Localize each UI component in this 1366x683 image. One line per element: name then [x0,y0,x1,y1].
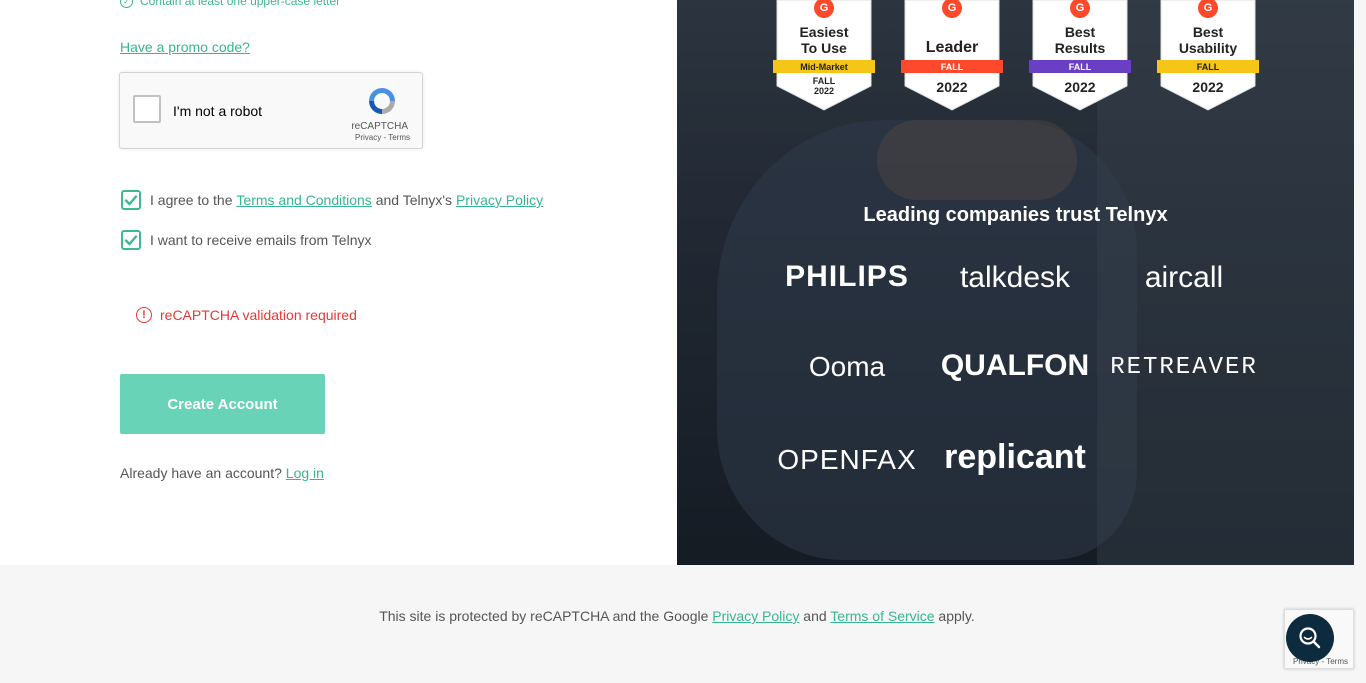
footer-prefix: This site is protected by reCAPTCHA and … [379,608,713,624]
password-rule: ✓ Contain at least one upper-case letter [120,0,340,8]
password-rule-text: Contain at least one upper-case letter [140,0,341,8]
badge-year: 2022 [1192,79,1224,95]
badge-title-line1: Best [1192,24,1224,40]
recaptcha-brand: reCAPTCHA [351,121,408,132]
ooma-logo: Ooma [808,351,886,382]
terms-link[interactable]: Terms and Conditions [236,192,371,208]
footer-privacy-link[interactable]: Privacy Policy [712,608,799,624]
terms-checkbox[interactable] [121,190,141,210]
badge-title-line2: Results [1054,40,1106,56]
checkmark-icon [124,195,138,206]
footer-suffix: apply. [934,608,975,624]
recaptcha-logo-icon [369,88,395,114]
philips-logo: PHILIPS [785,260,909,293]
emails-checkbox-row: I want to receive emails from Telnyx [121,230,372,250]
badge-year: 2022 [1064,79,1096,95]
g2-badge-best-usability: G Best Usability FALL 2022 [1157,0,1259,112]
badge-title-line1: Easiest [799,24,849,40]
signup-form-panel: ✓ Contain at least one upper-case letter… [0,0,677,565]
checkmark-icon [124,235,138,246]
error-text: reCAPTCHA validation required [160,307,357,323]
badge-ribbon: FALL [940,62,964,72]
openfax-logo: OPENFAX [777,444,917,475]
recaptcha-widget: I'm not a robot reCAPTCHA Privacy - Term… [119,72,423,149]
recaptcha-checkbox[interactable] [133,95,161,123]
check-circle-icon: ✓ [120,0,133,8]
terms-prefix: I agree to the [150,192,237,208]
qualfon-logo: QUALFON [940,349,1090,382]
g2-badge-best-results: G Best Results FALL 2022 [1029,0,1131,112]
emails-checkbox[interactable] [121,230,141,250]
recaptcha-footer-note: This site is protected by reCAPTCHA and … [0,608,1354,624]
badge-title-line2: To Use [801,40,847,56]
recaptcha-links[interactable]: Privacy - Terms [355,133,410,142]
terms-middle: and Telnyx's [371,192,456,208]
badge-ribbon: Mid-Market [800,62,848,72]
privacy-policy-link[interactable]: Privacy Policy [456,192,543,208]
badge-year: 2022 [936,79,968,95]
talkdesk-logo: talkdesk [959,261,1071,294]
badge-ribbon: FALL [1196,62,1220,72]
badge-ribbon: FALL [1068,62,1092,72]
promo-panel: G Easiest To Use Mid-Market FALL 2022 G … [677,0,1354,565]
terms-checkbox-row: I agree to the Terms and Conditions and … [121,190,543,210]
footer-terms-link[interactable]: Terms of Service [830,608,934,624]
g2-badge-easiest-to-use: G Easiest To Use Mid-Market FALL 2022 [773,0,875,112]
aircall-logo: aircall [1144,261,1224,294]
footer-middle: and [799,608,831,624]
login-prompt-text: Already have an account? [120,465,286,481]
create-account-button[interactable]: Create Account [120,374,325,434]
badge-title: Leader [925,39,979,56]
emails-label: I want to receive emails from Telnyx [150,232,372,248]
badge-title-line2: Usability [1178,40,1238,56]
search-icon [1299,627,1321,649]
retreaver-logo: RETREAVER [1110,354,1258,381]
help-chat-button[interactable] [1286,614,1334,662]
badge-title-line1: Best [1064,24,1096,40]
trust-title: Leading companies trust Telnyx [863,204,1168,226]
g2-badge-leader: G Leader FALL 2022 [901,0,1003,112]
recaptcha-label: I'm not a robot [173,103,263,119]
recaptcha-error: ! reCAPTCHA validation required [136,307,357,323]
badge-season: FALL [812,76,836,86]
promo-code-link[interactable]: Have a promo code? [120,39,250,55]
login-prompt: Already have an account? Log in [120,465,324,481]
login-link[interactable]: Log in [286,465,324,481]
alert-icon: ! [136,307,152,323]
g2-badges: G Easiest To Use Mid-Market FALL 2022 G … [773,0,1259,112]
replicant-logo: replicant [944,438,1086,476]
badge-year: 2022 [813,86,835,96]
